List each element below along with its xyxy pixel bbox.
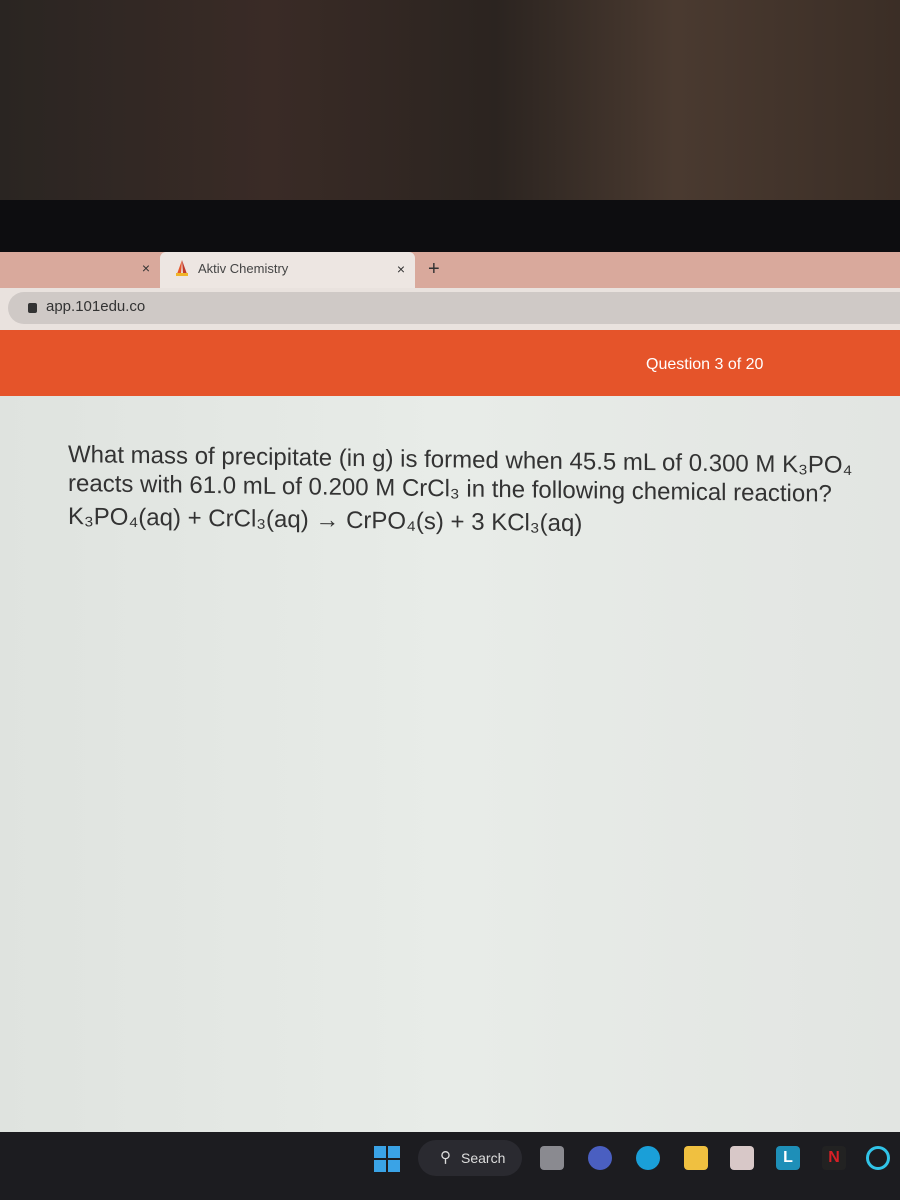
question-panel: What mass of precipitate (in g) is forme… (0, 396, 900, 1132)
url-text: app.101edu.co (46, 298, 146, 315)
question-body: What mass of precipitate (in g) is forme… (68, 440, 888, 542)
url-input[interactable]: app.101edu.co (8, 292, 900, 324)
alexa-icon[interactable] (866, 1146, 890, 1170)
monitor-bezel (0, 200, 900, 252)
aktiv-logo-icon (176, 260, 188, 276)
reaction-equation: K₃PO₄(aq) + CrCl₃(aq) → CrPO₄(s) + 3 KCl… (68, 503, 583, 538)
new-tab-button[interactable]: + (428, 258, 440, 281)
store-icon[interactable] (730, 1146, 754, 1170)
tab-previous[interactable]: × (0, 252, 160, 288)
windows-start-icon[interactable] (374, 1146, 400, 1172)
meet-icon[interactable] (588, 1146, 612, 1170)
tab-aktiv-chemistry[interactable]: Aktiv Chemistry × (160, 252, 415, 290)
search-label: Search (461, 1150, 506, 1166)
task-view-icon[interactable] (540, 1146, 564, 1170)
edge-icon[interactable] (636, 1146, 660, 1170)
address-bar: app.101edu.co (0, 288, 900, 330)
question-text: What mass of precipitate (in g) is forme… (68, 441, 853, 508)
app-header: Question 3 of 20 (0, 330, 900, 396)
tab-title: Aktiv Chemistry (198, 261, 289, 276)
question-counter: Question 3 of 20 (646, 356, 764, 373)
search-icon: ⚲ (440, 1149, 451, 1166)
tab-close-button[interactable]: × (142, 260, 150, 276)
tab-close-button[interactable]: × (397, 261, 405, 277)
lock-icon (28, 303, 37, 313)
file-explorer-icon[interactable] (684, 1146, 708, 1170)
tab-bar: × Aktiv Chemistry × + (0, 252, 900, 290)
taskbar-search[interactable]: ⚲ Search (418, 1140, 522, 1176)
netflix-icon[interactable]: N (822, 1146, 846, 1170)
l-app-icon[interactable]: L (776, 1146, 800, 1170)
taskbar: ⚲ Search L N (0, 1132, 900, 1200)
